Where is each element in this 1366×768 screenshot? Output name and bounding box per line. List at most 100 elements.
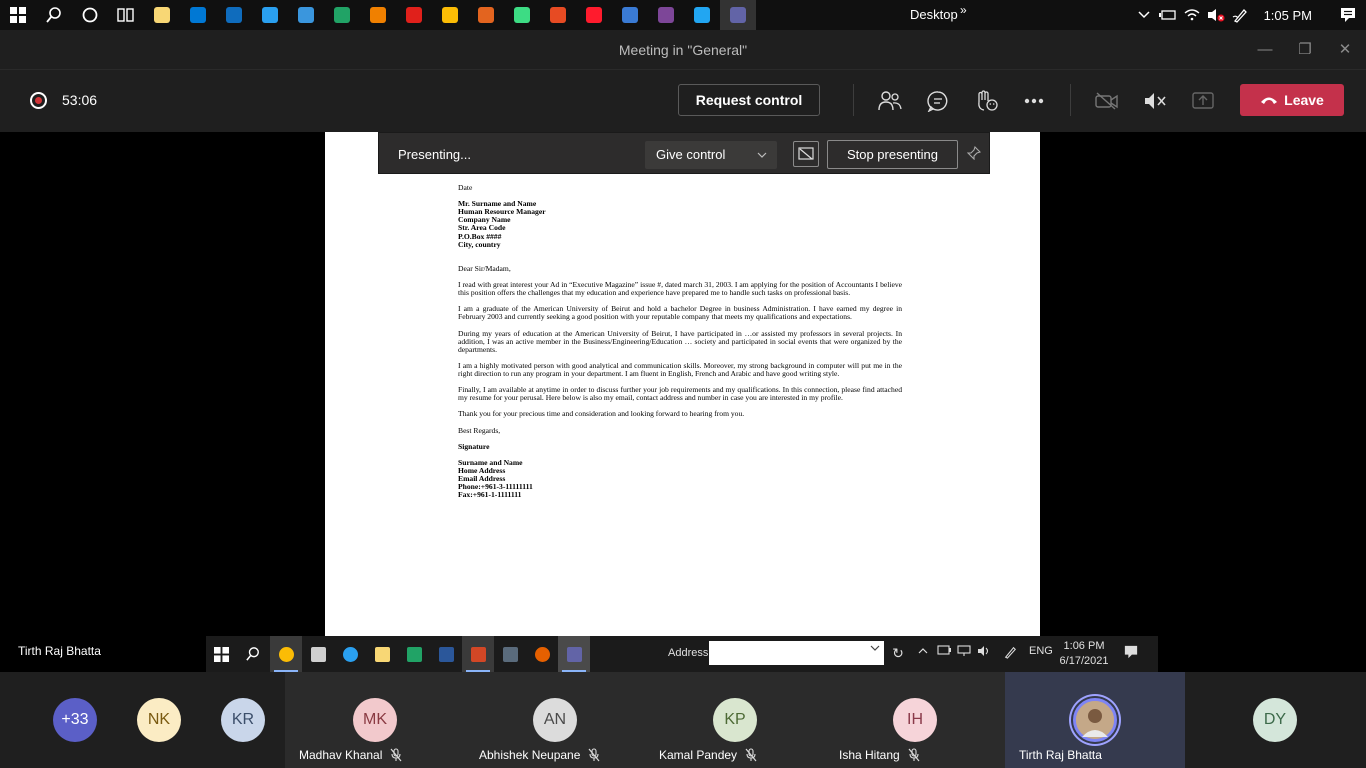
participant-avatar[interactable]: KR — [221, 698, 265, 742]
letter-line: Human Resource Manager — [458, 207, 546, 217]
volume-icon[interactable] — [977, 645, 991, 660]
maximize-button[interactable]: ❐ — [1293, 38, 1317, 62]
search-icon[interactable] — [243, 644, 263, 664]
window-titlebar: Meeting in "General" — ❐ ✕ — [0, 30, 1366, 70]
remote-clock[interactable]: 1:06 PM 6/17/2021 — [1056, 639, 1112, 669]
firefox-icon[interactable] — [532, 644, 552, 664]
input-language[interactable]: ENG — [1029, 645, 1053, 657]
powerpoint-icon[interactable] — [468, 644, 488, 664]
letter-paragraph: During my years of education at the Amer… — [458, 328, 902, 354]
acrobat-icon[interactable] — [396, 0, 432, 30]
edge-icon[interactable] — [340, 644, 360, 664]
participant-name-row: Abhishek Neupane — [479, 748, 600, 762]
android-studio-icon[interactable] — [504, 0, 540, 30]
chrome-icon[interactable] — [432, 0, 468, 30]
minimize-button[interactable]: — — [1253, 38, 1277, 62]
tor-browser-icon[interactable] — [648, 0, 684, 30]
windows-start-icon[interactable] — [0, 0, 36, 30]
notifications-icon[interactable] — [1124, 645, 1138, 662]
letter-line: City, country — [458, 239, 501, 249]
chat-icon[interactable] — [923, 86, 953, 116]
cortana-icon[interactable] — [72, 0, 108, 30]
participant-tile[interactable]: IH Isha Hitang — [825, 672, 1005, 768]
chevron-down-icon — [757, 141, 767, 170]
letter-date: Date — [458, 183, 473, 192]
office-icon[interactable] — [540, 0, 576, 30]
pen-icon[interactable] — [1003, 645, 1017, 662]
network-icon[interactable] — [957, 645, 971, 660]
chevron-up-icon[interactable] — [1132, 0, 1156, 30]
pen-icon[interactable] — [1228, 0, 1252, 30]
camera-off-icon[interactable] — [1092, 86, 1122, 116]
participant-avatar[interactable]: NK — [137, 698, 181, 742]
more-options-icon[interactable] — [1019, 86, 1049, 116]
excel-icon[interactable] — [404, 644, 424, 664]
letter-line: Fax:+961-1-1111111 — [458, 490, 522, 500]
overflow-participants-button[interactable]: +33 — [53, 698, 97, 742]
window-title: Meeting in "General" — [618, 42, 748, 58]
participant-tile[interactable]: MK Madhav Khanal — [285, 672, 465, 768]
pin-icon[interactable] — [966, 145, 982, 161]
leave-button[interactable]: Leave — [1240, 84, 1344, 116]
participant-name: Isha Hitang — [839, 748, 900, 762]
participants-icon[interactable] — [875, 86, 905, 116]
vscode-icon[interactable] — [684, 0, 720, 30]
participant-avatar[interactable]: DY — [1253, 698, 1297, 742]
chevron-down-icon[interactable] — [870, 643, 880, 654]
participant-tile[interactable]: Tirth Raj Bhatta — [1005, 672, 1185, 768]
desktop-label[interactable]: Desktop — [910, 7, 958, 22]
letter-paragraph: I am a graduate of the American Universi… — [458, 304, 902, 322]
opera-icon[interactable] — [576, 0, 612, 30]
reactions-icon[interactable] — [971, 86, 1001, 116]
task-view-icon[interactable] — [108, 0, 144, 30]
share-screen-icon[interactable] — [1188, 86, 1218, 116]
participant-tile[interactable]: KP Kamal Pandey — [645, 672, 825, 768]
mic-muted-icon — [390, 748, 402, 762]
letter-line: Company Name — [458, 215, 511, 225]
mail-icon[interactable] — [216, 0, 252, 30]
letter-signature: Signature — [458, 441, 490, 451]
refresh-icon[interactable]: ↻ — [887, 641, 909, 665]
chrome-icon[interactable] — [276, 644, 296, 664]
participant-avatar — [1073, 698, 1117, 742]
teams-icon[interactable] — [564, 644, 584, 664]
store-icon[interactable] — [180, 0, 216, 30]
windows-start-icon[interactable] — [211, 644, 231, 664]
app-icon[interactable] — [612, 0, 648, 30]
teams-icon[interactable] — [720, 0, 756, 30]
stop-presenting-button[interactable]: Stop presenting — [827, 140, 958, 169]
store-icon[interactable] — [308, 644, 328, 664]
give-control-dropdown[interactable]: Give control — [645, 141, 777, 169]
excel-icon[interactable] — [324, 0, 360, 30]
word-icon[interactable] — [436, 644, 456, 664]
file-explorer-icon[interactable] — [372, 644, 392, 664]
remote-taskbar: Address ↻ ENG 1:06 PM 6/17/2021 — [206, 636, 1158, 672]
letter-salutation: Dear Sir/Madam, — [458, 263, 511, 273]
search-icon[interactable] — [36, 0, 72, 30]
file-explorer-icon[interactable] — [144, 0, 180, 30]
recorder-icon[interactable] — [468, 0, 504, 30]
letter-recipient: Mr. Surname and Name Human Resource Manag… — [458, 200, 902, 249]
participant-tile[interactable]: AN Abhishek Neupane — [465, 672, 645, 768]
edge-icon[interactable] — [252, 0, 288, 30]
include-audio-icon[interactable] — [793, 141, 819, 167]
shared-document-page: Date Mr. Surname and Name Human Resource … — [325, 132, 1040, 636]
chevron-up-icon[interactable] — [918, 645, 928, 657]
battery-icon[interactable] — [937, 645, 951, 658]
request-control-button[interactable]: Request control — [678, 84, 820, 116]
wifi-icon[interactable] — [1180, 0, 1204, 30]
battery-icon[interactable] — [1156, 0, 1180, 30]
camera-app-icon[interactable] — [500, 644, 520, 664]
host-clock[interactable]: 1:05 PM — [1264, 8, 1312, 23]
close-button[interactable]: ✕ — [1333, 38, 1357, 62]
presenter-name-label: Tirth Raj Bhatta — [18, 644, 101, 658]
speaker-muted-icon[interactable] — [1204, 0, 1228, 30]
letter-paragraph: I am a highly motivated person with good… — [458, 360, 902, 378]
host-taskbar: Desktop » 1:05 PM — [0, 0, 1366, 30]
address-input[interactable] — [709, 641, 884, 665]
notifications-icon[interactable] — [1330, 0, 1366, 30]
vlc-icon[interactable] — [360, 0, 396, 30]
remote-desktop-icon[interactable] — [288, 0, 324, 30]
speaker-muted-icon[interactable] — [1140, 86, 1170, 116]
toolbar-overflow-icon[interactable]: » — [960, 3, 967, 17]
